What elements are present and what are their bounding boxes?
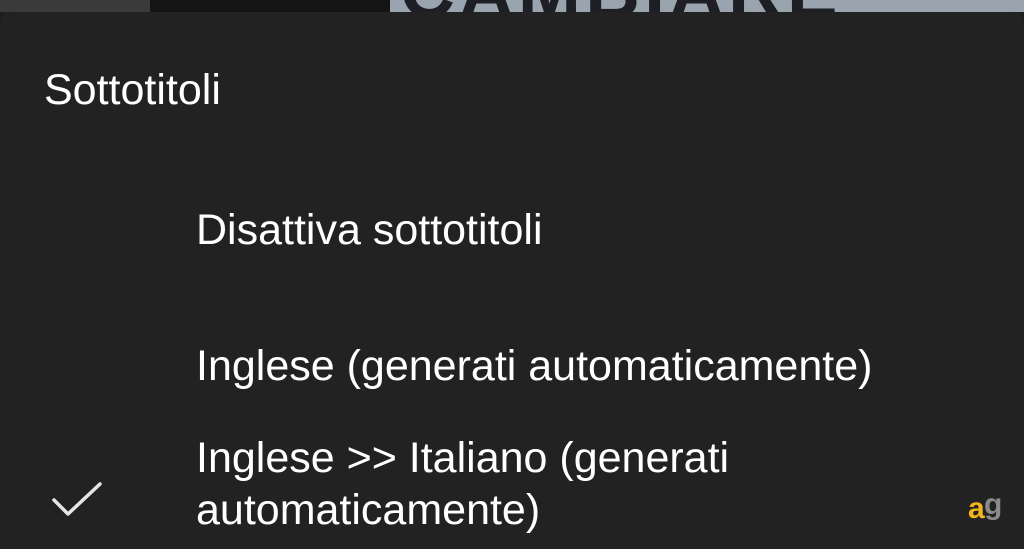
subtitles-bottom-sheet: Sottotitoli Disattiva sottotitoli Ingles…: [0, 12, 1024, 549]
svg-text:a: a: [968, 492, 985, 525]
video-overlay-text: CAMBIARE: [400, 0, 1000, 12]
background-video: CAMBIARE: [0, 0, 1024, 12]
video-person-silhouette: [150, 0, 390, 12]
option-label: Inglese (generati automaticamente): [196, 342, 873, 390]
sheet-title: Sottotitoli: [44, 66, 221, 114]
checkmark-icon: [52, 482, 102, 516]
option-english-to-italian-auto[interactable]: Inglese >> Italiano (generati automatica…: [0, 432, 1024, 549]
option-english-auto[interactable]: Inglese (generati automaticamente): [0, 320, 1024, 420]
option-label: Inglese >> Italiano (generati automatica…: [196, 434, 730, 534]
option-disable-subtitles[interactable]: Disattiva sottotitoli: [0, 192, 1024, 292]
option-label: Disattiva sottotitoli: [196, 206, 543, 254]
svg-text:g: g: [984, 488, 1002, 521]
ag-logo-icon: a g: [968, 488, 1002, 525]
